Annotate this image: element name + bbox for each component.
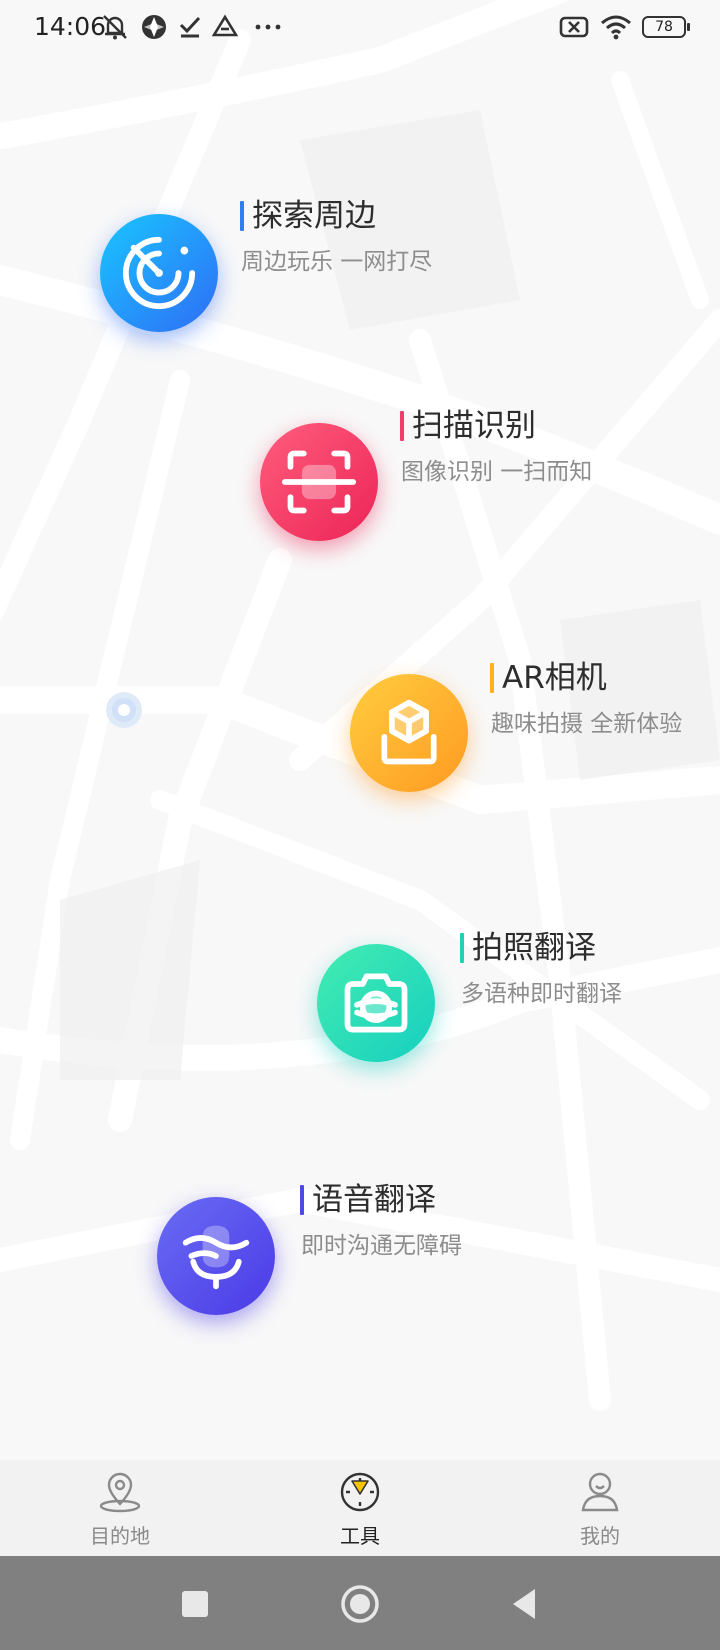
wifi-icon xyxy=(600,12,632,42)
battery-icon: 78 xyxy=(642,16,690,38)
back-icon[interactable] xyxy=(502,1582,546,1626)
tab-tools[interactable]: 工具 xyxy=(240,1460,480,1556)
user-icon xyxy=(577,1470,623,1518)
drive-icon xyxy=(211,12,239,42)
tool-voice-translate[interactable]: 语音翻译 即时沟通无障碍 xyxy=(156,1180,516,1320)
ar-box-icon xyxy=(350,674,468,792)
location-pin-icon xyxy=(97,1470,143,1518)
bottom-tab-bar: 目的地 工具 我的 xyxy=(0,1460,720,1556)
tool-title: 语音翻译 xyxy=(312,1182,436,1218)
tab-label: 工具 xyxy=(340,1524,380,1548)
app-badge-icon xyxy=(140,12,168,42)
tool-subtitle: 图像识别 一扫而知 xyxy=(401,459,593,485)
location-marker-icon xyxy=(106,692,142,728)
tab-label: 我的 xyxy=(580,1524,620,1548)
compass-icon xyxy=(337,1470,383,1518)
tool-title: 扫描识别 xyxy=(412,408,536,444)
tab-label: 目的地 xyxy=(90,1524,150,1548)
tool-subtitle: 即时沟通无障碍 xyxy=(301,1233,462,1259)
title-accent-bar xyxy=(300,1185,304,1215)
scan-icon xyxy=(260,423,378,541)
recent-apps-icon[interactable] xyxy=(173,1582,217,1626)
title-accent-bar xyxy=(240,201,244,231)
tool-subtitle: 周边玩乐 一网打尽 xyxy=(241,249,433,275)
title-accent-bar xyxy=(400,411,404,441)
tool-photo-translate[interactable]: 拍照翻译 多语种即时翻译 xyxy=(316,928,676,1068)
title-accent-bar xyxy=(460,933,464,963)
tool-ar-camera[interactable]: AR相机 趣味拍摄 全新体验 xyxy=(348,658,708,798)
tab-destination[interactable]: 目的地 xyxy=(0,1460,240,1556)
tool-title: 探索周边 xyxy=(252,198,376,234)
tab-mine[interactable]: 我的 xyxy=(480,1460,720,1556)
more-dots-icon xyxy=(248,12,288,42)
radar-icon xyxy=(100,214,218,332)
tool-title: 拍照翻译 xyxy=(472,930,596,966)
home-icon[interactable] xyxy=(338,1582,382,1626)
status-time: 14:06 xyxy=(34,12,107,41)
title-accent-bar xyxy=(490,663,494,693)
notifications-off-icon xyxy=(100,12,130,42)
camera-translate-icon xyxy=(317,944,435,1062)
sim-off-icon xyxy=(558,12,590,42)
tool-title: AR相机 xyxy=(502,660,607,696)
tool-subtitle: 趣味拍摄 全新体验 xyxy=(491,711,683,737)
status-bar: 14:06 78 xyxy=(0,0,720,56)
tool-scan-recognize[interactable]: 扫描识别 图像识别 一扫而知 xyxy=(258,406,618,546)
tool-explore-nearby[interactable]: 探索周边 周边玩乐 一网打尽 xyxy=(98,196,458,336)
voice-translate-icon xyxy=(157,1197,275,1315)
system-navigation-bar xyxy=(0,1556,720,1650)
checkmark-icon xyxy=(178,12,202,42)
tool-subtitle: 多语种即时翻译 xyxy=(461,981,622,1007)
